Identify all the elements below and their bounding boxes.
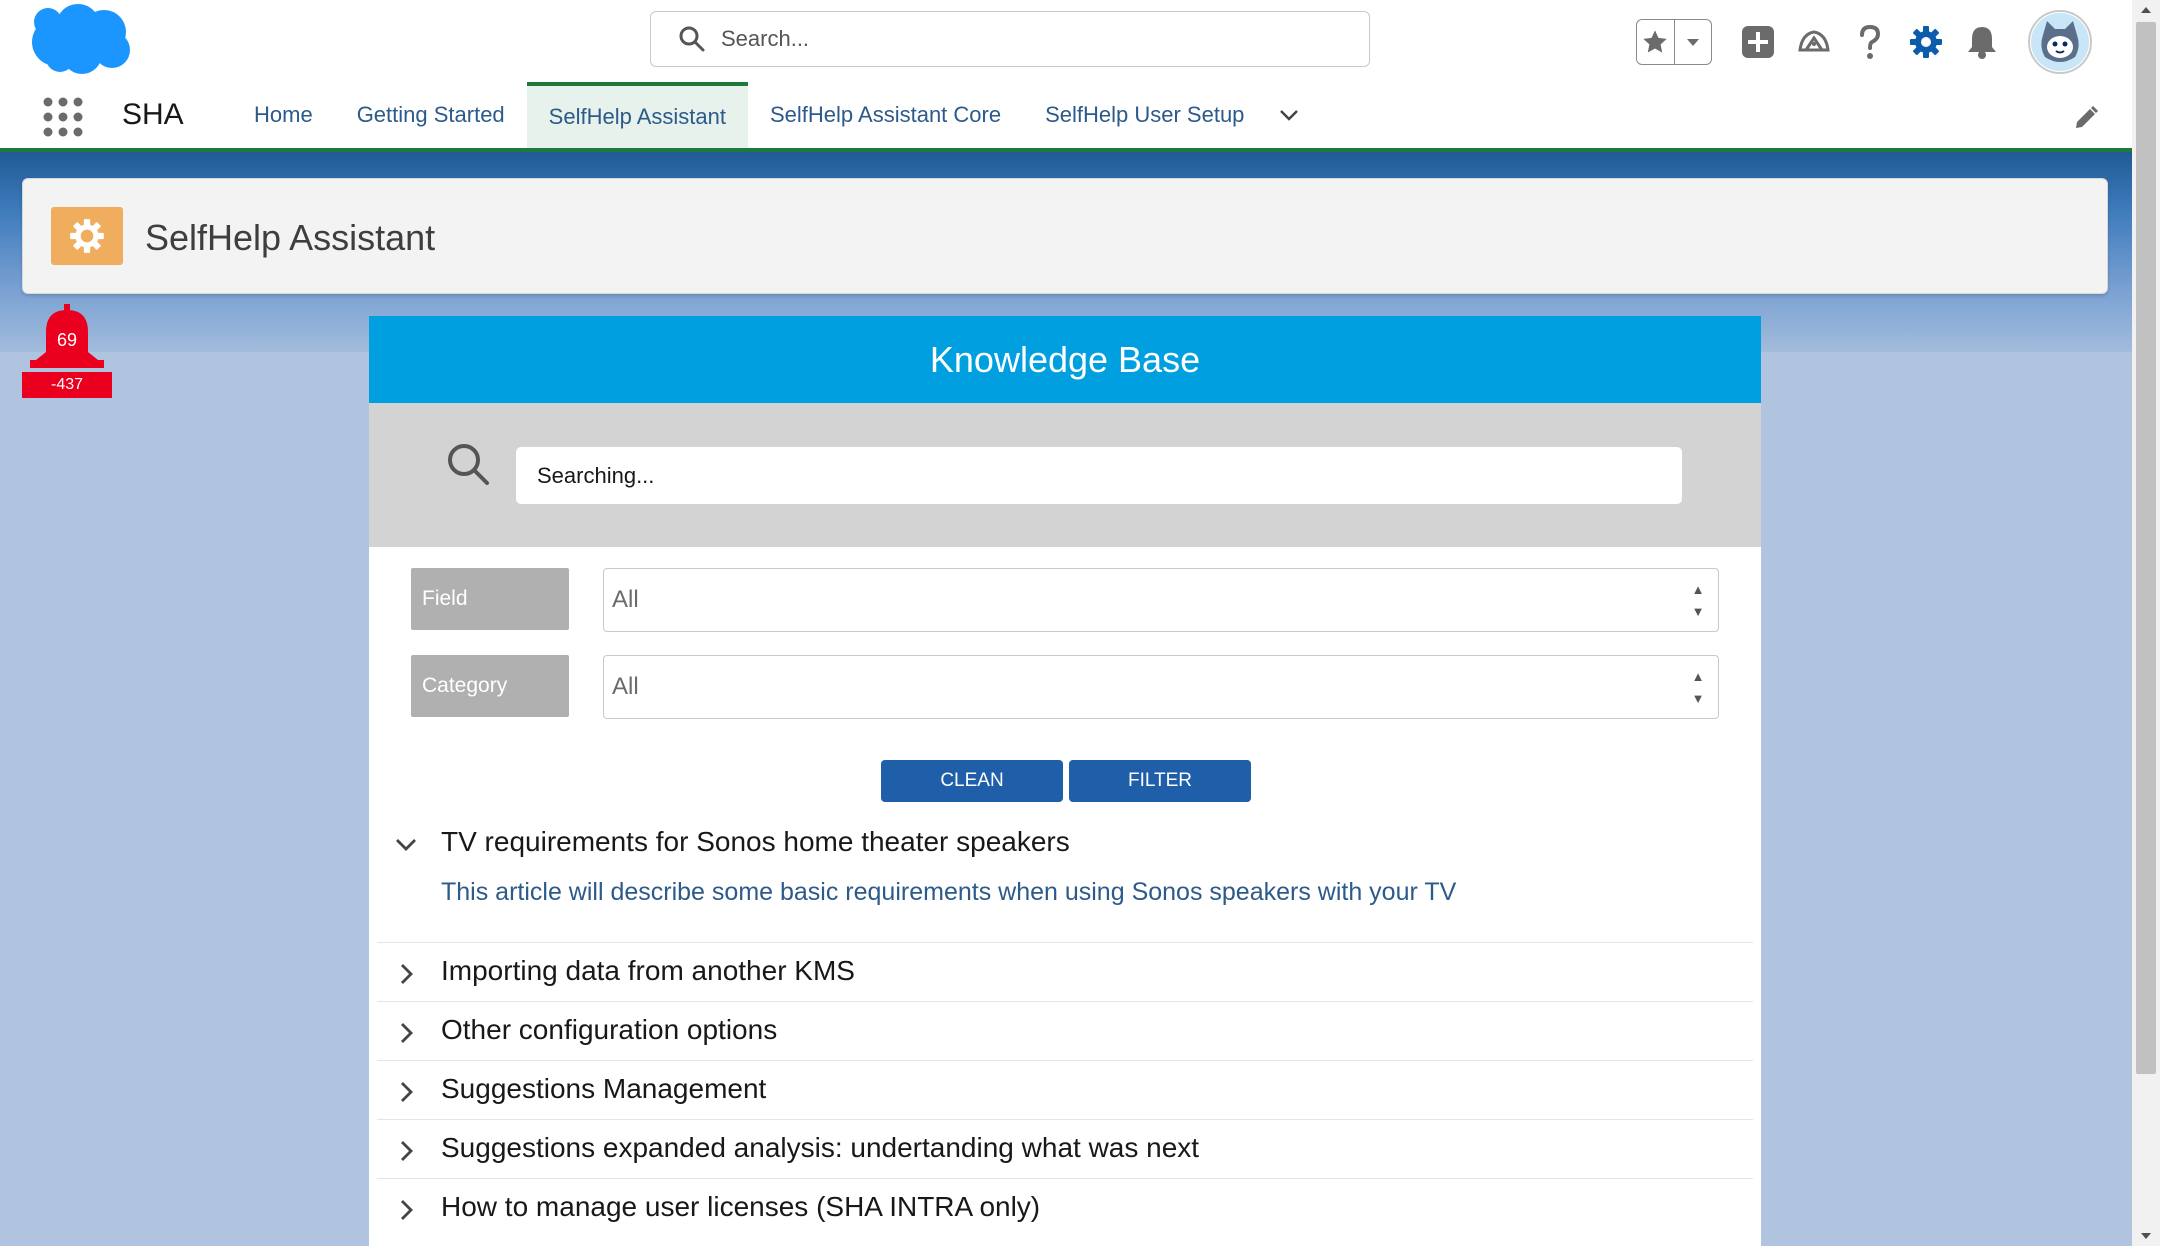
chevron-down-icon	[1280, 110, 1299, 121]
astro-avatar-icon	[2031, 13, 2089, 71]
filter-button[interactable]: FILTER	[1069, 760, 1251, 802]
page-scrollbar[interactable]	[2132, 0, 2160, 1246]
global-header	[0, 0, 2132, 82]
gear-icon	[1910, 26, 1942, 58]
select-arrows-icon: ▲ ▼	[1691, 669, 1705, 706]
notifications-button[interactable]	[1960, 20, 2004, 64]
chevron-down-icon[interactable]	[393, 832, 419, 858]
bell-sub-count: -437	[22, 372, 112, 398]
scroll-up-arrow[interactable]	[2132, 0, 2160, 20]
chevron-right-icon[interactable]	[393, 1020, 419, 1046]
caret-up-icon	[2141, 7, 2151, 13]
favorites-star-button[interactable]	[1637, 20, 1674, 64]
list-item[interactable]: TV requirements for Sonos home theater s…	[377, 814, 1753, 943]
tab-selfhelp-user-setup[interactable]: SelfHelp User Setup	[1023, 82, 1266, 148]
help-button[interactable]	[1848, 20, 1892, 64]
chevron-right-icon[interactable]	[393, 1079, 419, 1105]
kb-title: Knowledge Base	[369, 316, 1761, 403]
app-launcher-icon[interactable]	[42, 96, 84, 138]
search-icon	[679, 26, 705, 52]
setup-button[interactable]	[1904, 20, 1948, 64]
list-item[interactable]: Importing data from another KMS	[377, 943, 1753, 1002]
category-filter-label: Category	[411, 655, 569, 717]
chevron-right-icon[interactable]	[393, 1138, 419, 1164]
more-tabs-button[interactable]	[1266, 82, 1312, 148]
tab-selfhelp-assistant-core[interactable]: SelfHelp Assistant Core	[748, 82, 1023, 148]
category-filter-value: All	[612, 673, 639, 700]
scroll-thumb[interactable]	[2136, 22, 2156, 1074]
scroll-down-arrow[interactable]	[2132, 1226, 2160, 1246]
notification-bell-widget[interactable]: 69 -437	[22, 304, 112, 398]
bell-icon	[1968, 27, 1996, 59]
bell-count: 69	[56, 330, 78, 350]
tab-selfhelp-assistant[interactable]: SelfHelp Assistant	[526, 82, 748, 148]
global-actions-button[interactable]	[1736, 20, 1780, 64]
field-filter-label: Field	[411, 568, 569, 630]
user-avatar[interactable]	[2028, 10, 2092, 74]
list-item[interactable]: Suggestions Management	[377, 1061, 1753, 1120]
field-filter-select[interactable]: All ▲ ▼	[603, 568, 1719, 632]
favorites-group	[1636, 19, 1712, 65]
chevron-right-icon[interactable]	[393, 961, 419, 987]
app-nav-bar: SHA Home Getting Started SelfHelp Assist…	[0, 82, 2132, 152]
field-filter-value: All	[612, 586, 639, 613]
article-title[interactable]: TV requirements for Sonos home theater s…	[441, 826, 1070, 858]
page-header-icon	[51, 207, 123, 265]
category-filter-row: Category All ▲ ▼	[411, 655, 1719, 719]
caret-down-icon	[1686, 39, 1699, 46]
star-icon	[1643, 30, 1667, 53]
favorites-dropdown-button[interactable]	[1673, 20, 1712, 64]
page-title: SelfHelp Assistant	[145, 217, 436, 258]
global-search-input[interactable]	[721, 26, 1369, 52]
caret-down-icon	[2141, 1233, 2151, 1239]
page-header: SelfHelp Assistant	[22, 178, 2108, 294]
global-search[interactable]	[650, 11, 1370, 67]
help-icon	[1860, 24, 1881, 59]
knowledge-base-panel: Knowledge Base Field All ▲▼ Category All…	[369, 316, 1761, 1246]
article-title[interactable]: Other configuration options	[441, 1014, 777, 1046]
add-icon	[1742, 26, 1774, 58]
tab-home[interactable]: Home	[232, 82, 335, 148]
search-icon[interactable]	[445, 441, 491, 487]
edit-nav-icon[interactable]	[2072, 104, 2100, 132]
field-filter-row: Field All ▲ ▼	[411, 568, 1719, 632]
article-title[interactable]: Suggestions Management	[441, 1073, 766, 1105]
category-filter-select[interactable]: All ▲ ▼	[603, 655, 1719, 719]
gear-icon	[70, 219, 104, 253]
kb-search-input[interactable]	[516, 447, 1682, 504]
list-item[interactable]: How to manage user licenses (SHA INTRA o…	[377, 1179, 1753, 1238]
clean-button[interactable]: CLEAN	[881, 760, 1063, 802]
tab-getting-started[interactable]: Getting Started	[335, 82, 527, 148]
article-title[interactable]: Suggestions expanded analysis: undertand…	[441, 1132, 1199, 1164]
chevron-right-icon[interactable]	[393, 1197, 419, 1223]
header-actions	[1636, 10, 2092, 74]
app-name: SHA	[122, 98, 184, 131]
trailhead-icon	[1798, 30, 1830, 52]
trailhead-button[interactable]	[1792, 20, 1836, 64]
article-description[interactable]: This article will describe some basic re…	[441, 878, 1456, 907]
article-title[interactable]: How to manage user licenses (SHA INTRA o…	[441, 1191, 1040, 1223]
list-item[interactable]: Other configuration options	[377, 1002, 1753, 1061]
salesforce-logo[interactable]	[26, 0, 134, 78]
article-title[interactable]: Importing data from another KMS	[441, 955, 855, 987]
article-list: TV requirements for Sonos home theater s…	[377, 814, 1753, 1238]
select-arrows-icon: ▲ ▼	[1691, 582, 1705, 619]
nav-tabs: Home Getting Started SelfHelp Assistant …	[232, 82, 1312, 148]
list-item[interactable]: Suggestions expanded analysis: undertand…	[377, 1120, 1753, 1179]
